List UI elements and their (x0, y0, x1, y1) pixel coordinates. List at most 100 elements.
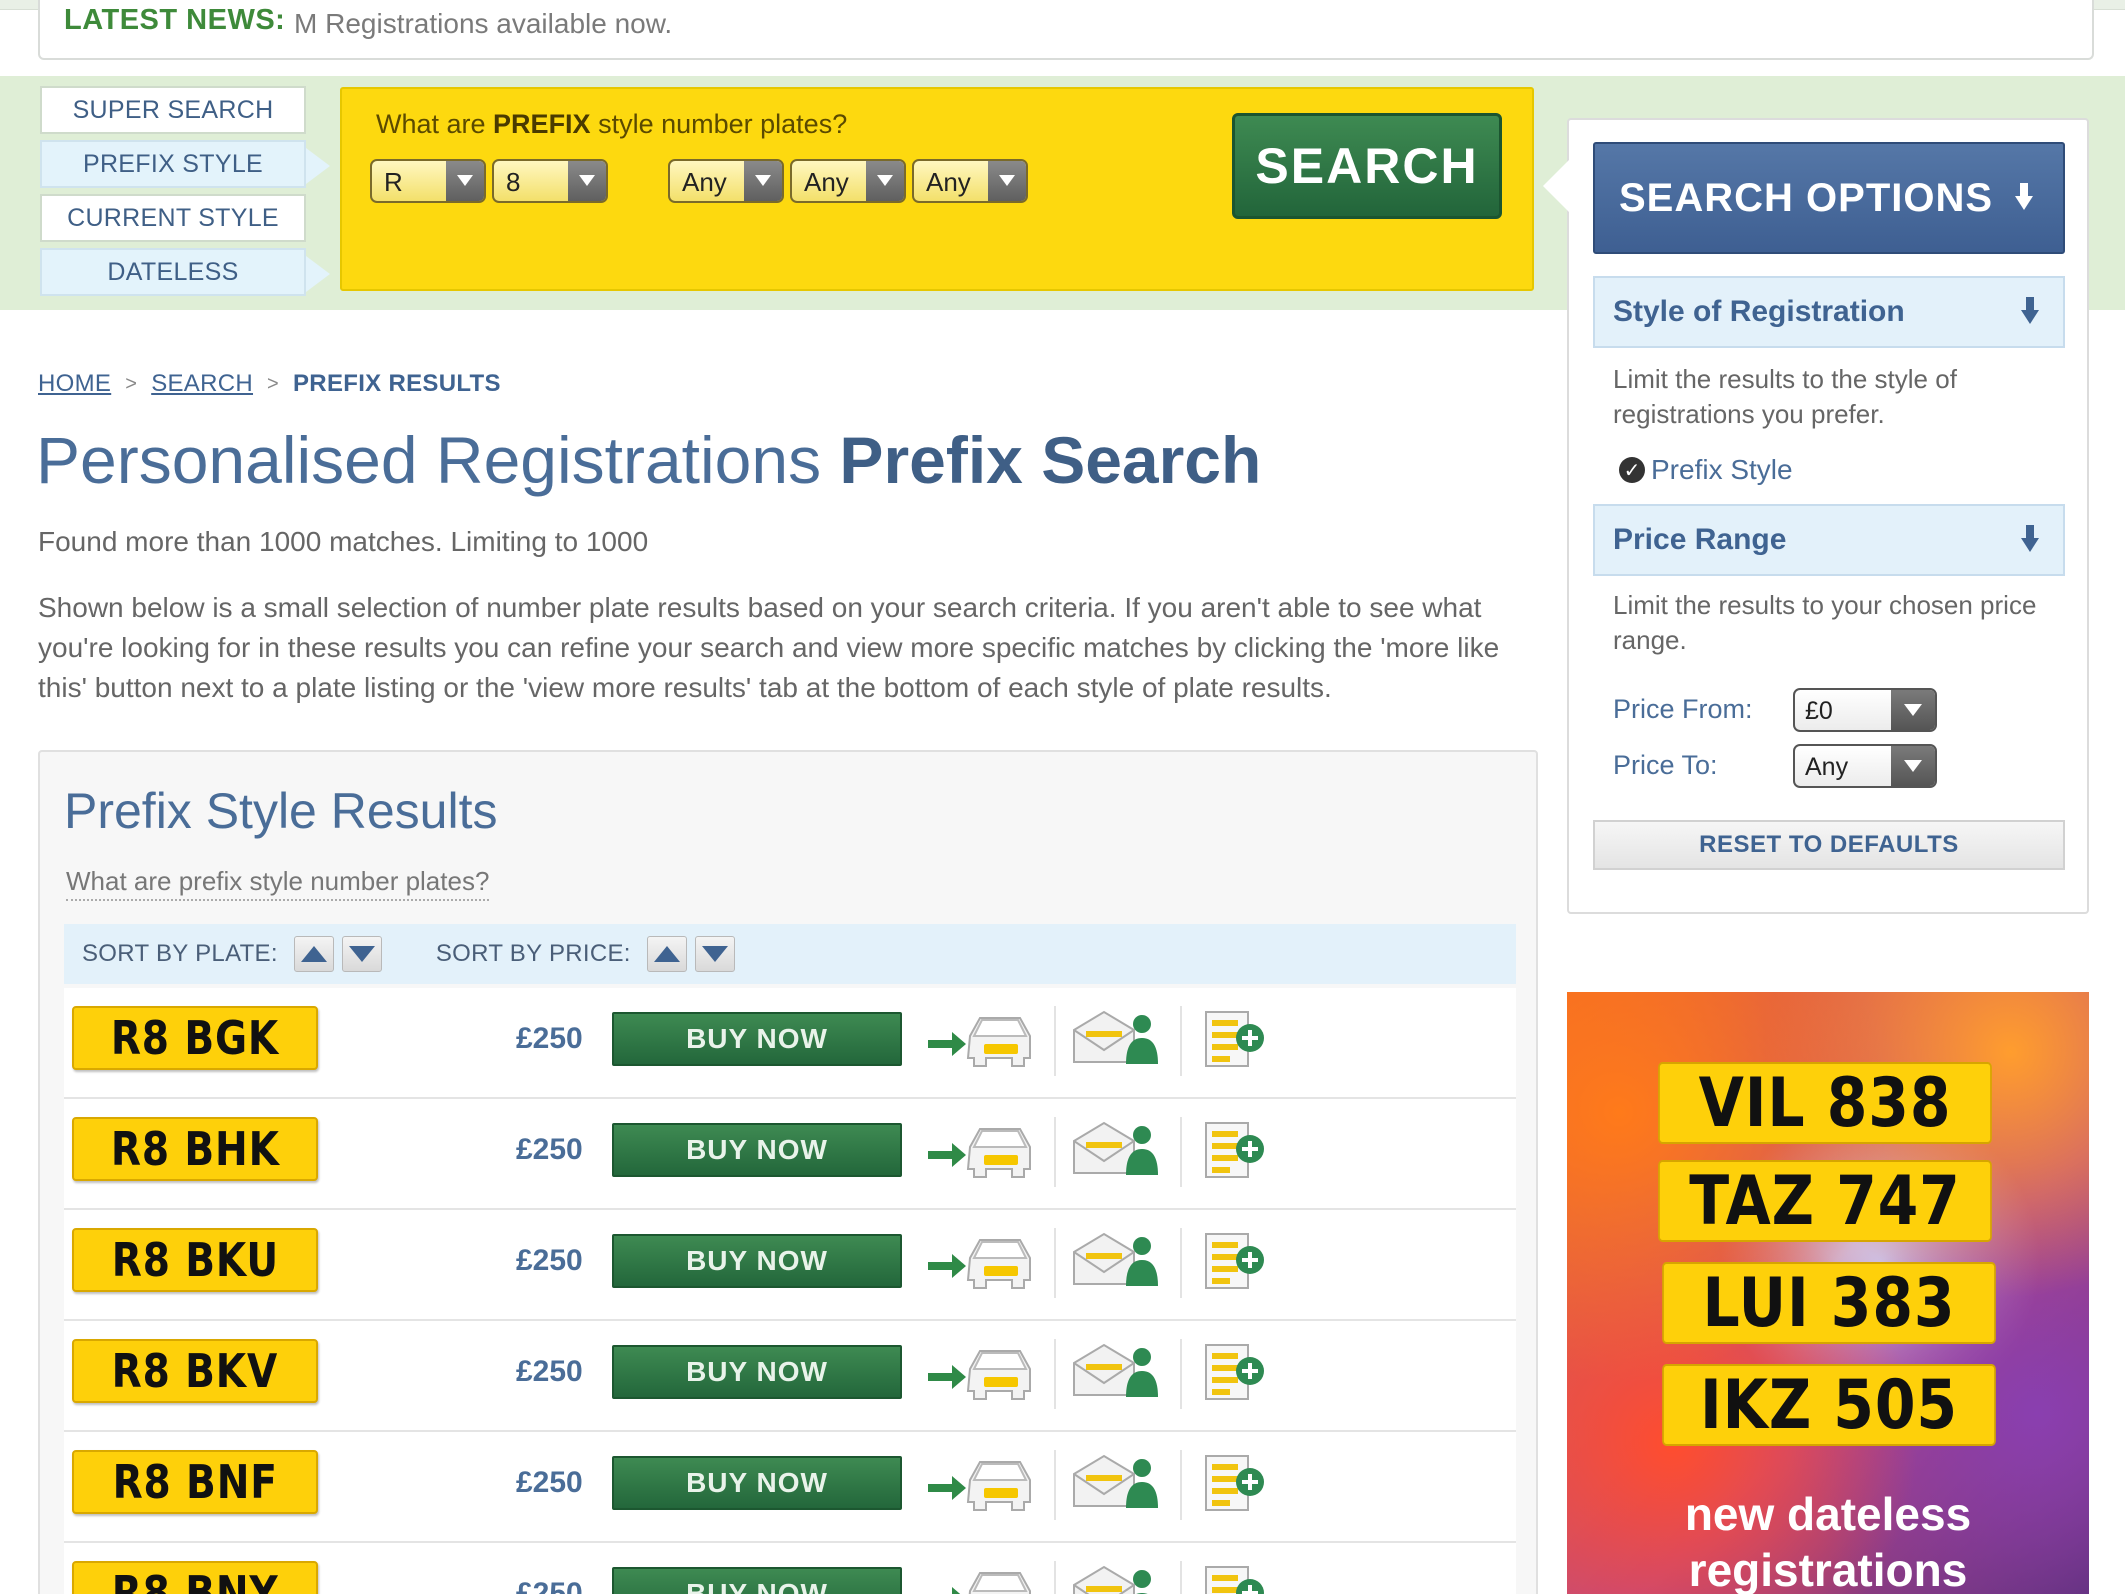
letter-1-select[interactable]: Any (668, 159, 784, 203)
breadcrumb-home[interactable]: HOME (38, 370, 111, 398)
buy-now-button[interactable]: BUY NOW (612, 1345, 902, 1399)
buy-now-button[interactable]: BUY NOW (612, 1456, 902, 1510)
reset-to-defaults-button[interactable]: RESET TO DEFAULTS (1593, 820, 2065, 870)
view-on-car-icon[interactable] (926, 1450, 1038, 1516)
divider (1180, 1339, 1182, 1409)
prefix-help-link[interactable]: What are prefix style number plates? (66, 866, 490, 901)
page-title-regular: Personalised Registrations (36, 423, 840, 497)
ad-line-2: registrations (1688, 1544, 1968, 1594)
buy-now-button[interactable]: BUY NOW (612, 1567, 902, 1594)
divider (1054, 1006, 1056, 1076)
add-to-list-icon[interactable] (1200, 1006, 1270, 1072)
buy-now-button[interactable]: BUY NOW (612, 1123, 902, 1177)
number-plate[interactable]: R8 BNF (72, 1450, 318, 1514)
breadcrumb-search[interactable]: SEARCH (151, 370, 253, 398)
chevron-down-icon (988, 161, 1026, 201)
result-row: R8 BNF £250 BUY NOW (64, 1432, 1516, 1543)
divider (1180, 1006, 1182, 1076)
news-text[interactable]: M Registrations available now. (294, 8, 672, 40)
divider (1054, 1117, 1056, 1187)
result-row: R8 BNY £250 BUY NOW (64, 1543, 1516, 1594)
number-select[interactable]: 8 (492, 159, 608, 203)
letter-3-select[interactable]: Any (912, 159, 1028, 203)
view-on-car-icon[interactable] (926, 1228, 1038, 1294)
style-of-registration-header[interactable]: Style of Registration (1593, 276, 2065, 348)
number-plate[interactable]: R8 BNY (72, 1561, 318, 1594)
sort-bar: SORT BY PLATE: SORT BY PRICE: (64, 924, 1516, 984)
price-from-label: Price From: (1613, 694, 1753, 724)
email-friend-icon[interactable] (1070, 1450, 1162, 1516)
letter-2-select[interactable]: Any (790, 159, 906, 203)
search-options-header[interactable]: SEARCH OPTIONS (1593, 142, 2065, 254)
sort-price-desc-button[interactable] (694, 936, 735, 972)
number-plate[interactable]: R8 BGK (72, 1006, 318, 1070)
email-friend-icon[interactable] (1070, 1006, 1162, 1072)
sort-up-icon (300, 946, 327, 962)
prefix-style-checkbox[interactable]: ✓ Prefix Style (1619, 454, 1793, 486)
buy-now-button[interactable]: BUY NOW (612, 1234, 902, 1288)
tab-dateless[interactable]: DATELESS (40, 248, 330, 296)
divider (1054, 1561, 1056, 1594)
breadcrumb: HOME > SEARCH > PREFIX RESULTS (38, 370, 501, 398)
number-plate[interactable]: R8 BKV (72, 1339, 318, 1403)
price-to-select[interactable]: Any (1793, 744, 1937, 788)
chevron-down-icon (744, 161, 782, 201)
tab-super-search[interactable]: SUPER SEARCH (40, 86, 306, 134)
chevron-down-icon (568, 161, 606, 201)
prefix-style-option-label: Prefix Style (1651, 454, 1793, 485)
prefix-search-box: What are PREFIX style number plates? R 8… (340, 87, 1534, 291)
number-plate[interactable]: R8 BHK (72, 1117, 318, 1181)
add-to-list-icon[interactable] (1200, 1117, 1270, 1183)
select-value: Any (1805, 753, 1849, 781)
chevron-down-icon (446, 161, 484, 201)
result-row: R8 BGK £250 BUY NOW (64, 988, 1516, 1099)
select-value: Any (926, 167, 971, 197)
view-on-car-icon[interactable] (926, 1561, 1038, 1594)
news-label: LATEST NEWS: (64, 4, 286, 36)
view-on-car-icon[interactable] (926, 1006, 1038, 1072)
price-from-select[interactable]: £0 (1793, 688, 1937, 732)
add-to-list-icon[interactable] (1200, 1339, 1270, 1405)
price-to-label: Price To: (1613, 750, 1718, 780)
dateless-registrations-ad[interactable]: VIL 838 TAZ 747 LUI 383 IKZ 505 new date… (1567, 992, 2089, 1594)
result-row: R8 BKV £250 BUY NOW (64, 1321, 1516, 1432)
divider (1180, 1561, 1182, 1594)
plate-price: £250 (516, 1022, 583, 1055)
sort-plate-asc-button[interactable] (293, 936, 334, 972)
prefix-letter-select[interactable]: R (370, 159, 486, 203)
ad-plate: VIL 838 (1658, 1062, 1992, 1144)
tab-current-style[interactable]: CURRENT STYLE (40, 194, 306, 242)
buy-now-button[interactable]: BUY NOW (612, 1012, 902, 1066)
add-to-list-icon[interactable] (1200, 1561, 1270, 1594)
match-count: Found more than 1000 matches. Limiting t… (38, 526, 649, 557)
breadcrumb-separator: > (267, 372, 279, 395)
price-range-header[interactable]: Price Range (1593, 504, 2065, 576)
divider (1054, 1339, 1056, 1409)
add-to-list-icon[interactable] (1200, 1228, 1270, 1294)
plate-text: R8 BKV (111, 1344, 279, 1398)
plate-text: R8 BGK (110, 1011, 280, 1065)
plate-price: £250 (516, 1355, 583, 1388)
email-friend-icon[interactable] (1070, 1117, 1162, 1183)
add-to-list-icon[interactable] (1200, 1450, 1270, 1516)
divider (1054, 1450, 1056, 1520)
divider (1180, 1450, 1182, 1520)
select-value: Any (804, 167, 849, 197)
email-friend-icon[interactable] (1070, 1228, 1162, 1294)
latest-news-bar: LATEST NEWS: M Registrations available n… (38, 0, 2094, 60)
view-on-car-icon[interactable] (926, 1339, 1038, 1405)
select-value: Any (682, 167, 727, 197)
sort-plate-desc-button[interactable] (341, 936, 382, 972)
email-friend-icon[interactable] (1070, 1339, 1162, 1405)
number-plate[interactable]: R8 BKU (72, 1228, 318, 1292)
sort-price-asc-button[interactable] (646, 936, 687, 972)
email-friend-icon[interactable] (1070, 1561, 1162, 1594)
prefix-results-panel: Prefix Style Results What are prefix sty… (38, 750, 1538, 1594)
search-button[interactable]: SEARCH (1232, 113, 1502, 219)
view-on-car-icon[interactable] (926, 1117, 1038, 1183)
arrow-down-icon (2015, 183, 2033, 213)
prefix-help-question[interactable]: What are PREFIX style number plates? (376, 109, 847, 140)
tab-prefix-style[interactable]: PREFIX STYLE (40, 140, 330, 188)
plate-price: £250 (516, 1133, 583, 1166)
question-bold: PREFIX (493, 109, 591, 139)
